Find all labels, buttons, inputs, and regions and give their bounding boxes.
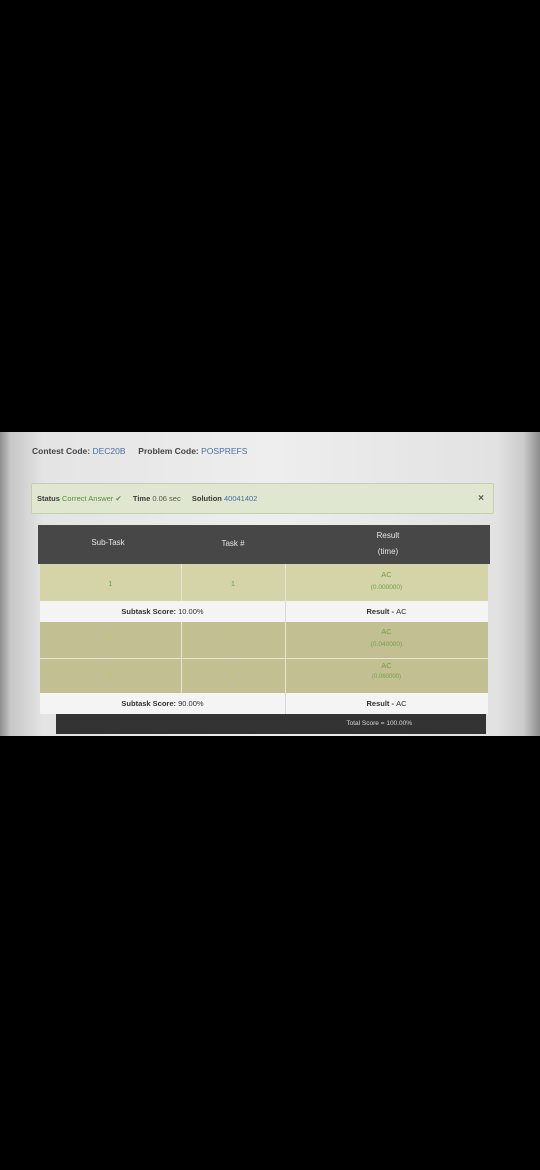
subtask-score-value: 10.00% [178,607,204,616]
subtask-score: Subtask Score: 10.00% [40,601,285,616]
contest-code-link[interactable]: DEC20B [92,446,125,456]
subtask-score-label: Subtask Score: [121,699,177,708]
monitor-screen: Contest Code: DEC20B Problem Code: POSPR… [0,432,540,736]
task-time: (0.000000) [370,584,403,591]
subtask-summary-row: Subtask Score: 10.00% Result - AC [40,601,488,622]
task-number: 2 [230,635,236,644]
header-subtask: Sub-Task [91,538,125,547]
total-score-label: Total Score = [346,720,385,727]
subtask-score-label: Subtask Score: [121,607,177,616]
total-score-value: 100.00% [386,720,412,727]
solution-id-link[interactable]: 40041402 [224,494,257,503]
check-icon: ✔ [115,494,122,503]
problem-header: Contest Code: DEC20B Problem Code: POSPR… [32,446,247,456]
subtask-score-value: 90.00% [178,699,204,708]
table-row: 2 3 AC (0.060000) [40,658,488,693]
submission-status-bar: Status Correct Answer ✔ Time 0.06 sec So… [31,483,494,514]
subtask-result-value: AC [396,699,407,708]
status-label: Status [37,494,60,503]
close-icon[interactable]: × [478,493,484,504]
header-result-label: Result [376,531,400,540]
status-value: Correct Answer [62,494,114,503]
subtask-number: 2 [108,635,113,644]
subtask-summary-row: Subtask Score: 90.00% Result - AC [40,693,488,714]
monitor-bezel-left [0,432,12,736]
task-number: 3 [230,669,236,678]
task-time: (0.060000) [371,674,402,680]
total-score-bar: Total Score = 100.00% [56,714,486,734]
task-result: AC (0.000000) [285,564,488,591]
table-header: Sub-Task Task # Result (time) [38,525,490,564]
problem-code-link[interactable]: POSPREFS [201,446,247,456]
subtask-result: Result - AC [285,693,488,708]
subtask-number: 2 [108,669,113,678]
task-verdict: AC [381,661,392,670]
task-number: 1 [230,579,236,588]
subtask-result-label: Result - [366,607,394,616]
problem-code-label: Problem Code: [138,446,199,456]
subtask-result-value: AC [396,607,407,616]
total-score: Total Score = 100.00% [346,720,412,727]
subtask-score: Subtask Score: 90.00% [40,693,285,708]
table-row: 1 1 AC (0.000000) [40,564,488,601]
task-verdict: AC [381,627,392,636]
task-verdict: AC [381,570,392,579]
results-table: Sub-Task Task # Result (time) 1 1 AC (0.… [38,525,490,736]
table-row: 2 2 AC (0.040000) [40,622,488,658]
header-task: Task # [221,539,245,548]
task-result: AC (0.040000) [285,622,488,648]
time-value: 0.06 sec [152,494,181,503]
task-result: AC (0.060000) [285,658,488,680]
contest-code-label: Contest Code: [32,446,91,456]
monitor-bezel-right [522,432,540,736]
task-time: (0.040000) [370,641,403,648]
solution-label: Solution [191,494,222,503]
subtask-result: Result - AC [285,601,488,616]
time-label: Time [132,494,151,503]
header-result: Result (time) [288,525,488,564]
header-result-sub: (time) [377,547,399,556]
subtask-result-label: Result - [366,699,394,708]
subtask-number: 1 [108,579,113,588]
